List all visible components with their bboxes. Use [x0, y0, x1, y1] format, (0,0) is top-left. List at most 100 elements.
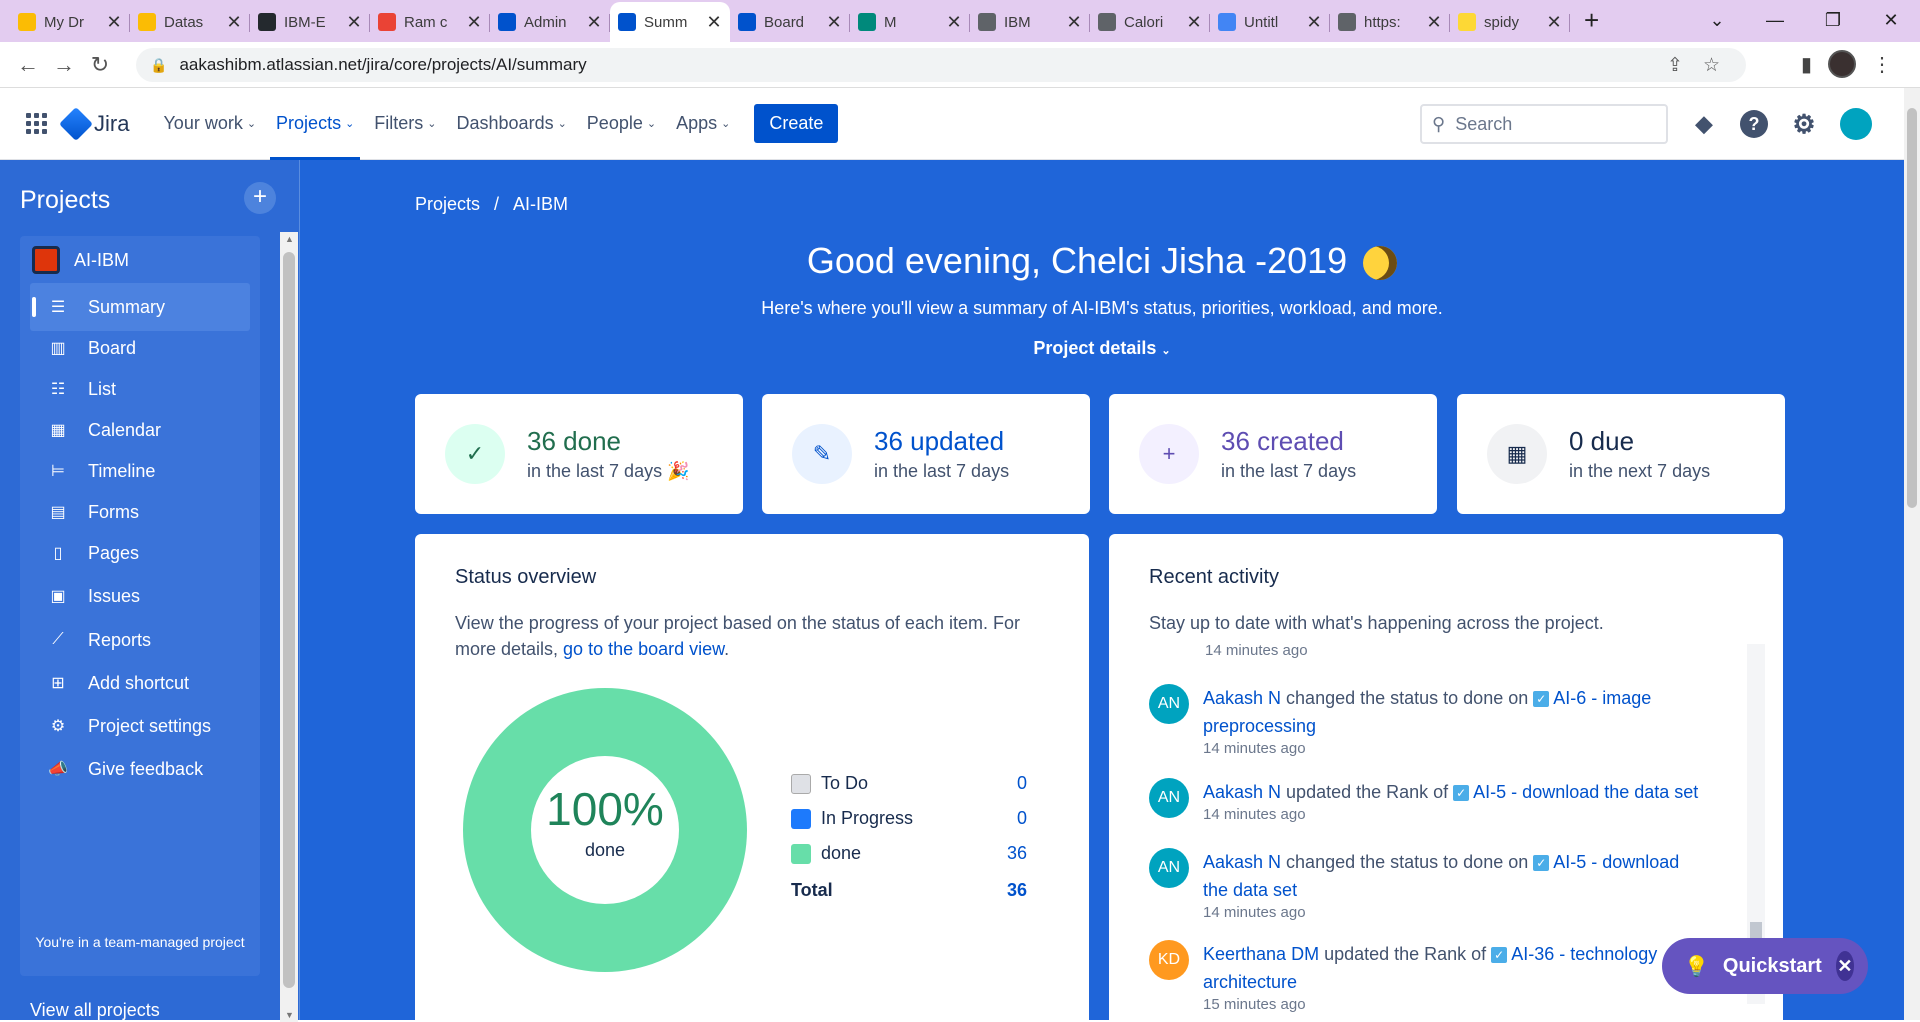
sidebar-scrollbar-thumb[interactable] [283, 252, 295, 988]
tab-close-icon[interactable]: ✕ [466, 12, 482, 33]
activity-issue-link[interactable]: AI-5 - download the data set [1473, 782, 1698, 802]
browser-tab[interactable]: M ✕ [850, 4, 970, 40]
activity-user-link[interactable]: Aakash N [1203, 688, 1281, 708]
app-switcher-icon[interactable] [26, 112, 48, 135]
tab-close-icon[interactable]: ✕ [946, 12, 962, 33]
scroll-down-icon[interactable]: ▼ [285, 1010, 294, 1020]
stat-card[interactable]: ✎ 36 updated in the last 7 days [762, 394, 1090, 514]
back-icon[interactable]: ← [10, 52, 46, 78]
sidebar-item-label: Project settings [88, 715, 212, 736]
share-icon[interactable]: ⇪ [1667, 54, 1683, 77]
close-window-icon[interactable]: ✕ [1862, 10, 1920, 31]
user-avatar[interactable]: KD [1149, 940, 1189, 980]
docs-icon [1218, 13, 1236, 31]
browser-tab[interactable]: IBM-E ✕ [250, 4, 370, 40]
nav-filters[interactable]: Filters ⌄ [364, 88, 446, 160]
tab-close-icon[interactable]: ✕ [1426, 12, 1442, 33]
project-details-toggle[interactable]: Project details ⌄ [300, 338, 1904, 359]
browser-tab[interactable]: IBM ✕ [970, 4, 1090, 40]
url-field[interactable]: 🔒 aakashibm.atlassian.net/jira/core/proj… [136, 48, 1746, 82]
search-input[interactable]: ⚲ Search [1420, 104, 1668, 144]
forward-icon[interactable]: → [46, 52, 82, 78]
jira-logo-text: Jira [94, 110, 130, 136]
help-icon[interactable]: ? [1740, 110, 1768, 138]
view-all-projects-link[interactable]: View all projects [30, 1000, 160, 1021]
tab-close-icon[interactable]: ✕ [226, 12, 242, 33]
activity-user-link[interactable]: Keerthana DM [1203, 944, 1319, 964]
browser-tab[interactable]: Datas ✕ [130, 4, 250, 40]
sidebar-item-label: Reports [88, 629, 152, 650]
sidebar-item-issues[interactable]: ▣ Issues [30, 572, 250, 620]
star-icon[interactable]: ☆ [1703, 54, 1720, 77]
sidebar-item-reports[interactable]: ⟋ Reports [30, 616, 250, 664]
nav-people[interactable]: People ⌄ [577, 88, 666, 160]
sidebar-item-project-settings[interactable]: ⚙ Project settings [30, 702, 250, 750]
status-overview-panel: Status overview View the progress of you… [415, 534, 1089, 1020]
minimize-icon[interactable]: — [1746, 10, 1804, 31]
user-avatar[interactable]: AN [1149, 848, 1189, 888]
tab-close-icon[interactable]: ✕ [1306, 12, 1322, 33]
browser-tab[interactable]: https: ✕ [1330, 4, 1450, 40]
browser-tab[interactable]: My Dr ✕ [10, 4, 130, 40]
legend-total-value[interactable]: 36 [1007, 880, 1027, 901]
tab-close-icon[interactable]: ✕ [586, 12, 602, 33]
stat-card[interactable]: ▦ 0 due in the next 7 days [1457, 394, 1785, 514]
calendar-icon: ▦ [1487, 424, 1547, 484]
donut-percent: 100% [546, 783, 664, 835]
browser-tab[interactable]: Admin ✕ [490, 4, 610, 40]
browser-tab[interactable]: Ram c ✕ [370, 4, 490, 40]
user-avatar[interactable]: AN [1149, 778, 1189, 818]
add-project-button[interactable]: + [244, 182, 276, 214]
sidebar-item-add-shortcut[interactable]: ⊞ Add shortcut [30, 659, 250, 707]
create-button[interactable]: Create [754, 104, 839, 143]
notifications-icon[interactable]: ◆ [1690, 110, 1718, 138]
legend-value[interactable]: 36 [1007, 843, 1027, 864]
board-view-link[interactable]: go to the board view [563, 639, 724, 659]
activity-user-link[interactable]: Aakash N [1203, 852, 1281, 872]
tab-close-icon[interactable]: ✕ [346, 12, 362, 33]
quickstart-close-icon[interactable]: ✕ [1835, 951, 1854, 981]
new-tab-button[interactable]: + [1584, 5, 1599, 36]
legend-value[interactable]: 0 [1017, 808, 1027, 829]
browser-tab[interactable]: Untitl ✕ [1210, 4, 1330, 40]
breadcrumb-project[interactable]: AI-IBM [513, 194, 568, 215]
tab-close-icon[interactable]: ✕ [1546, 12, 1562, 33]
user-avatar[interactable] [1840, 108, 1872, 140]
restore-icon[interactable]: ❐ [1804, 10, 1862, 31]
tab-close-icon[interactable]: ✕ [1066, 12, 1082, 33]
sidebar-item-give-feedback[interactable]: 📣 Give feedback [30, 745, 250, 793]
nav-dashboards[interactable]: Dashboards ⌄ [447, 88, 577, 160]
tab-search-icon[interactable]: ⌄ [1688, 10, 1746, 31]
jira-logo[interactable]: Jira [59, 106, 130, 141]
legend-value[interactable]: 0 [1017, 773, 1027, 794]
tab-close-icon[interactable]: ✕ [826, 12, 842, 33]
tab-close-icon[interactable]: ✕ [106, 12, 122, 33]
menu-icon[interactable]: ⋮ [1872, 52, 1892, 77]
browser-tab[interactable]: Summ ✕ [610, 2, 730, 42]
quickstart-button[interactable]: 💡 Quickstart ✕ [1662, 938, 1868, 994]
stat-card[interactable]: +36 created in the last 7 days [1109, 394, 1437, 514]
browser-tab[interactable]: spidy ✕ [1450, 4, 1570, 40]
sidebar-item-pages[interactable]: ▯ Pages [30, 529, 250, 577]
stat-card[interactable]: ✓ 36 done in the last 7 days 🎉 [415, 394, 743, 514]
reload-icon[interactable]: ↻ [82, 52, 118, 78]
browser-tab[interactable]: Calori ✕ [1090, 4, 1210, 40]
nav-apps[interactable]: Apps ⌄ [666, 88, 740, 160]
scroll-up-icon[interactable]: ▲ [285, 234, 294, 244]
sidepanel-icon[interactable]: ▮ [1801, 52, 1812, 77]
project-header[interactable]: AI-IBM [32, 246, 129, 274]
chevron-down-icon: ⌄ [557, 118, 567, 130]
nav-projects[interactable]: Projects ⌄ [266, 88, 364, 160]
page-scrollbar-thumb[interactable] [1907, 108, 1917, 508]
page-scrollbar[interactable] [1904, 88, 1920, 1020]
nav-your-work[interactable]: Your work ⌄ [153, 88, 266, 160]
tab-close-icon[interactable]: ✕ [1186, 12, 1202, 33]
user-avatar[interactable]: AN [1149, 684, 1189, 724]
sidebar-scrollbar[interactable]: ▲ ▼ [280, 232, 298, 1022]
browser-tab[interactable]: Board ✕ [730, 4, 850, 40]
breadcrumb-projects[interactable]: Projects [415, 194, 480, 215]
profile-avatar[interactable] [1828, 50, 1856, 78]
activity-user-link[interactable]: Aakash N [1203, 782, 1281, 802]
settings-gear-icon[interactable]: ⚙ [1790, 109, 1818, 139]
tab-close-icon[interactable]: ✕ [706, 12, 722, 33]
